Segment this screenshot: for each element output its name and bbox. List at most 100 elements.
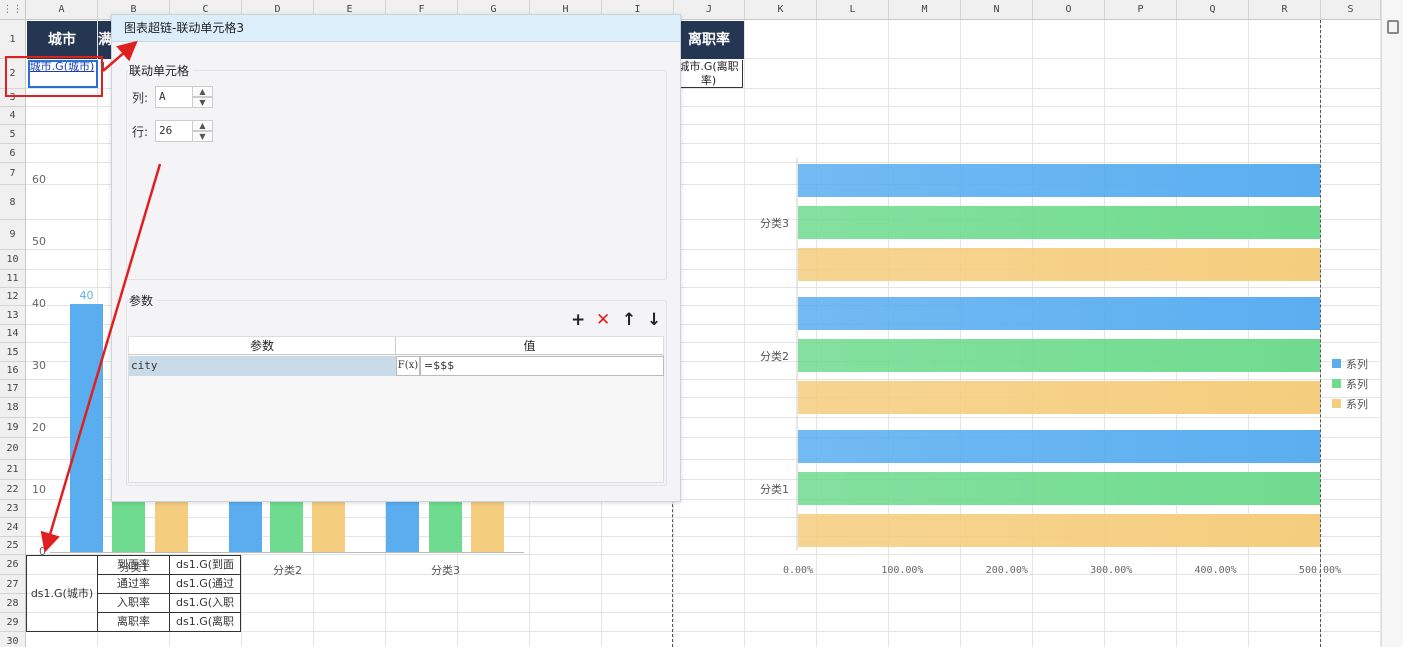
chevron-up-icon[interactable]: ▲ [193, 86, 213, 97]
chart-bar[interactable] [798, 472, 1320, 505]
chart-bar[interactable] [798, 248, 1320, 281]
move-down-icon[interactable]: ↓ [647, 311, 661, 329]
column-spinner-row: 列: A ▲ ▼ [132, 86, 213, 108]
row-header-1[interactable]: 1 [0, 20, 26, 59]
chart-bar[interactable] [798, 514, 1320, 547]
column-input[interactable]: A [155, 86, 193, 108]
column-header-l[interactable]: L [817, 0, 889, 20]
chart-bar[interactable] [798, 164, 1320, 197]
chart-x-tick: 500.00% [1299, 565, 1341, 576]
row-header-10[interactable]: 10 [0, 250, 26, 270]
left-chart-data-label: 40 [79, 289, 94, 302]
panel-toggle-icon[interactable] [1387, 20, 1399, 34]
metric-value-cell[interactable]: ds1.G(入职 [170, 594, 241, 613]
left-chart-bar[interactable] [70, 304, 103, 552]
row-header-14[interactable]: 14 [0, 325, 26, 343]
legend-swatch [1332, 359, 1341, 368]
formula-icon[interactable]: F(x) [396, 356, 420, 376]
chevron-down-icon[interactable]: ▼ [193, 131, 213, 142]
row-header-18[interactable]: 18 [0, 398, 26, 418]
row-header-6[interactable]: 6 [0, 144, 26, 163]
chevron-down-icon[interactable]: ▼ [193, 97, 213, 108]
dialog-title[interactable]: 图表超链-联动单元格3 [112, 15, 680, 42]
header-partial[interactable]: 满 [98, 21, 112, 59]
column-stepper[interactable]: ▲ ▼ [193, 86, 213, 108]
chart-category-label: 分类1 [760, 482, 789, 496]
row-header-25[interactable]: 25 [0, 537, 26, 555]
row-header-28[interactable]: 28 [0, 594, 26, 613]
chart-bar[interactable] [798, 297, 1320, 330]
row-header-23[interactable]: 23 [0, 500, 26, 518]
row-header-19[interactable]: 19 [0, 418, 26, 438]
select-all-corner[interactable]: ⋮⋮ [0, 0, 26, 20]
param-name-cell[interactable]: city [129, 356, 396, 376]
row-header-30[interactable]: 30 [0, 632, 26, 647]
param-column-header[interactable]: 参数 [129, 337, 396, 355]
column-header-p[interactable]: P [1105, 0, 1177, 20]
row-header-27[interactable]: 27 [0, 575, 26, 594]
chart-bar[interactable] [798, 339, 1320, 372]
column-header-k[interactable]: K [745, 0, 817, 20]
bottom-table: ds1.G(城市) 到面率 ds1.G(到面 通过率 ds1.G(通过 入职率 ds1.G… [26, 555, 241, 632]
row-header-4[interactable]: 4 [0, 107, 26, 125]
row-header-21[interactable]: 21 [0, 460, 26, 480]
move-up-icon[interactable]: ↑ [622, 311, 636, 329]
row-header-24[interactable]: 24 [0, 518, 26, 537]
row-header-9[interactable]: 9 [0, 220, 26, 250]
row-header-8[interactable]: 8 [0, 185, 26, 220]
left-y-tick: 50 [32, 235, 46, 248]
column-header-m[interactable]: M [889, 0, 961, 20]
row-header-5[interactable]: 5 [0, 125, 26, 144]
header-leave-rate[interactable]: 离职率 [674, 21, 744, 59]
metric-value-cell[interactable]: ds1.G(离职 [170, 613, 241, 632]
annotation-box-source-cell [5, 56, 103, 97]
chart-bar[interactable] [798, 381, 1320, 414]
column-header-o[interactable]: O [1033, 0, 1105, 20]
row-header-15[interactable]: 15 [0, 343, 26, 362]
metric-label-cell[interactable]: 通过率 [98, 575, 170, 594]
row-header-29[interactable]: 29 [0, 613, 26, 632]
chart-bar[interactable] [798, 430, 1320, 463]
row-label: 行: [132, 124, 149, 139]
row-header-7[interactable]: 7 [0, 163, 26, 185]
left-y-tick: 20 [32, 421, 46, 434]
row-header-11[interactable]: 11 [0, 270, 26, 288]
add-icon[interactable]: + [571, 311, 585, 329]
column-header-j[interactable]: J [674, 0, 745, 20]
chart-hyperlink-dialog[interactable]: 图表超链-联动单元格3 联动单元格 列: A ▲ ▼ 行: 26 ▲ ▼ 参数 + … [111, 14, 681, 502]
value-column-header[interactable]: 值 [396, 337, 663, 355]
chart-x-tick: 0.00% [783, 565, 813, 576]
header-city[interactable]: 城市 [27, 21, 97, 59]
row-header-20[interactable]: 20 [0, 438, 26, 460]
row-stepper[interactable]: ▲ ▼ [193, 120, 213, 142]
column-header-q[interactable]: Q [1177, 0, 1249, 20]
param-section-title: 参数 [129, 292, 158, 309]
row-header-26[interactable]: 26 [0, 555, 26, 575]
legend-label: 系列 [1346, 398, 1368, 411]
row-header-12[interactable]: 12 [0, 288, 26, 306]
group-cell[interactable]: ds1.G(城市) [27, 556, 98, 631]
row-header-22[interactable]: 22 [0, 480, 26, 500]
column-header-n[interactable]: N [961, 0, 1033, 20]
metric-label-cell[interactable]: 离职率 [98, 613, 170, 632]
metric-value-cell[interactable]: ds1.G(通过 [170, 575, 241, 594]
right-horizontal-bar-chart[interactable]: 分类3 分类2 分类1 0.00% 100.00% 200.00% 300.00% 400.0… [745, 150, 1381, 580]
metric-label-cell[interactable]: 入职率 [98, 594, 170, 613]
row-header-16[interactable]: 16 [0, 362, 26, 380]
row-input[interactable]: 26 [155, 120, 193, 142]
column-header-s[interactable]: S [1321, 0, 1381, 20]
param-value-input[interactable]: =$$$ [420, 356, 664, 376]
delete-icon[interactable]: ✕ [596, 311, 610, 329]
metric-value-cell[interactable]: ds1.G(到面 [170, 556, 241, 575]
column-header-a[interactable]: A [26, 0, 98, 20]
row-header-17[interactable]: 17 [0, 380, 26, 398]
cell-j2-leave[interactable]: 城市.G(离职率) [675, 60, 743, 88]
row-header-13[interactable]: 13 [0, 306, 26, 325]
chart-bar[interactable] [798, 206, 1320, 239]
left-chart-category-label: 分类3 [431, 564, 460, 577]
column-header-r[interactable]: R [1249, 0, 1321, 20]
chevron-up-icon[interactable]: ▲ [193, 120, 213, 131]
overlap-label: 分类1 [119, 561, 149, 574]
chart-category-label: 分类3 [760, 216, 789, 230]
legend-swatch [1332, 399, 1341, 408]
